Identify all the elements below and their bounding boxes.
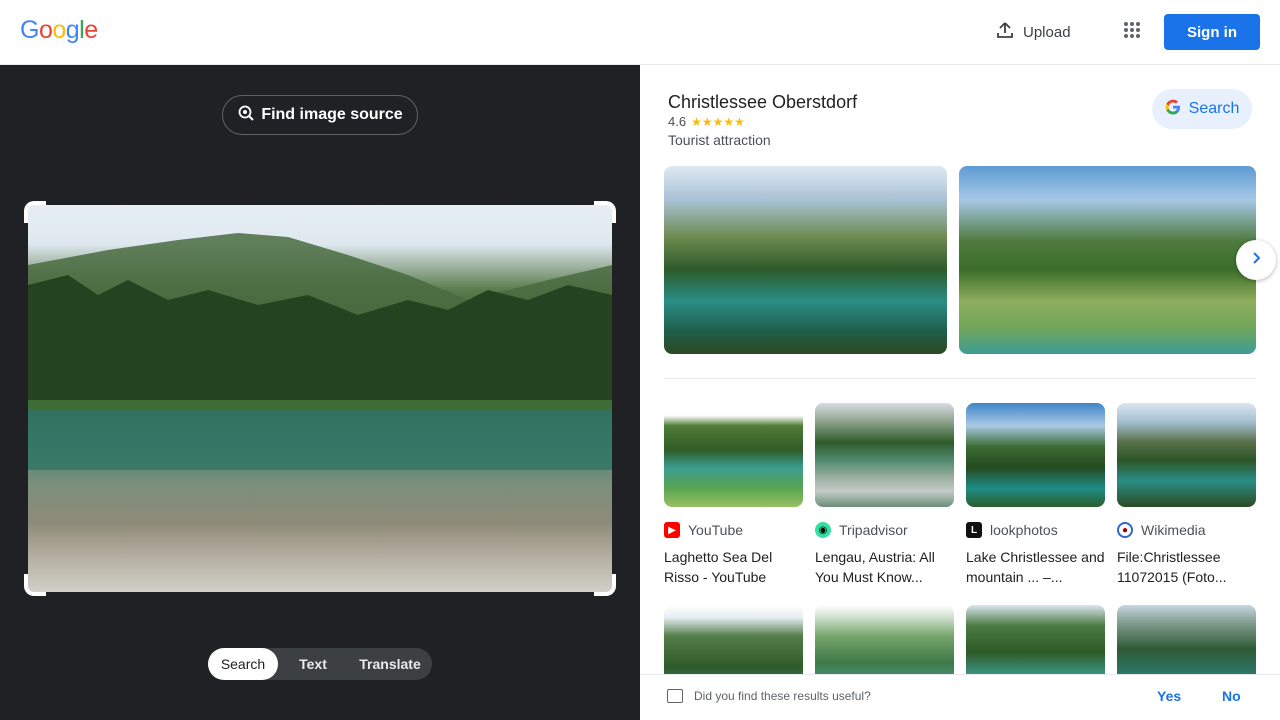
crop-handle-top-right[interactable] [594, 201, 616, 223]
result-source: ▶ YouTube [664, 521, 803, 539]
logo-letter: o [38, 16, 53, 44]
tab-translate[interactable]: Translate [348, 648, 432, 680]
result-title: Lengau, Austria: All You Must Know... [815, 549, 935, 585]
rating-value: 4.6 [668, 114, 687, 129]
visual-match-card[interactable]: ● Wikimedia File:Christlessee 11072015 (… [1117, 403, 1256, 587]
visual-match-card[interactable]: L lookphotos Lake Christlessee and mount… [966, 403, 1105, 587]
result-source: ● Wikimedia [1117, 521, 1256, 539]
query-image-panel: Find image source Search Text Translate [0, 65, 640, 720]
google-logo[interactable]: Google [20, 16, 98, 45]
result-source-name: Tripadvisor [839, 522, 908, 538]
crop-handle-bottom-left[interactable] [24, 574, 46, 596]
upload-label: Upload [1023, 23, 1071, 41]
crop-region[interactable] [24, 201, 616, 596]
result-source-name: lookphotos [990, 522, 1058, 538]
logo-letter: o [52, 16, 66, 44]
section-divider [664, 378, 1256, 379]
result-source: ◉ Tripadvisor [815, 521, 954, 539]
feedback-no-button[interactable]: No [1222, 688, 1241, 704]
star-rating-icon: ★★★★★ [691, 114, 745, 129]
top-header: Google Upload Sign in [0, 0, 1280, 65]
result-thumbnail [815, 403, 954, 507]
crop-handle-bottom-right[interactable] [594, 574, 616, 596]
entity-search-button[interactable]: Search [1152, 89, 1252, 129]
lookphotos-icon: L [966, 522, 982, 538]
visual-match-card[interactable]: ▶ YouTube Laghetto Sea Del Risso - YouTu… [664, 403, 803, 587]
logo-letter: g [65, 16, 80, 44]
crop-handle-top-left[interactable] [24, 201, 46, 223]
tab-search[interactable]: Search [208, 648, 278, 680]
entity-search-label: Search [1188, 100, 1240, 117]
feedback-yes-button[interactable]: Yes [1157, 688, 1181, 704]
tab-text[interactable]: Text [278, 648, 348, 680]
lens-search-icon [237, 104, 255, 127]
feedback-icon [667, 689, 683, 703]
result-source-name: Wikimedia [1141, 522, 1206, 538]
result-source-name: YouTube [688, 522, 744, 538]
chevron-right-icon [1249, 251, 1263, 270]
upload-icon [995, 20, 1015, 44]
tripadvisor-icon: ◉ [815, 522, 831, 538]
result-title: Lake Christlessee and mountain ... –... [966, 549, 1105, 585]
result-thumbnail [1117, 403, 1256, 507]
entity-image[interactable] [664, 166, 947, 354]
result-title: File:Christlessee 11072015 (Foto... [1117, 549, 1227, 585]
apps-grid-icon [1123, 21, 1141, 44]
result-thumbnail [664, 403, 803, 507]
carousel-next-button[interactable] [1236, 240, 1276, 280]
find-image-source-button[interactable]: Find image source [222, 95, 418, 135]
entity-type: Tourist attraction [668, 132, 771, 148]
google-g-icon [1165, 99, 1181, 120]
mode-tabs: Search Text Translate [208, 648, 432, 680]
query-photo [28, 205, 612, 592]
feedback-question: Did you find these results useful? [694, 689, 871, 703]
youtube-icon: ▶ [664, 522, 680, 538]
sign-in-button[interactable]: Sign in [1164, 14, 1260, 50]
upload-button[interactable]: Upload [985, 14, 1081, 50]
logo-letter: e [84, 16, 98, 44]
results-panel: Christlessee Oberstdorf 4.6 ★★★★★ Touris… [640, 65, 1280, 720]
find-image-source-label: Find image source [261, 106, 403, 123]
visual-match-card[interactable]: ◉ Tripadvisor Lengau, Austria: All You M… [815, 403, 954, 587]
entity-rating: 4.6 ★★★★★ [668, 114, 745, 129]
result-source: L lookphotos [966, 521, 1105, 539]
entity-title[interactable]: Christlessee Oberstdorf [668, 92, 857, 113]
entity-image[interactable] [959, 166, 1256, 354]
apps-grid-button[interactable] [1114, 14, 1150, 50]
feedback-bar: Did you find these results useful? Yes N… [640, 674, 1280, 720]
wikimedia-icon: ● [1117, 522, 1133, 538]
result-title: Laghetto Sea Del Risso - YouTube [664, 549, 773, 585]
result-thumbnail [966, 403, 1105, 507]
logo-letter: G [20, 16, 39, 44]
